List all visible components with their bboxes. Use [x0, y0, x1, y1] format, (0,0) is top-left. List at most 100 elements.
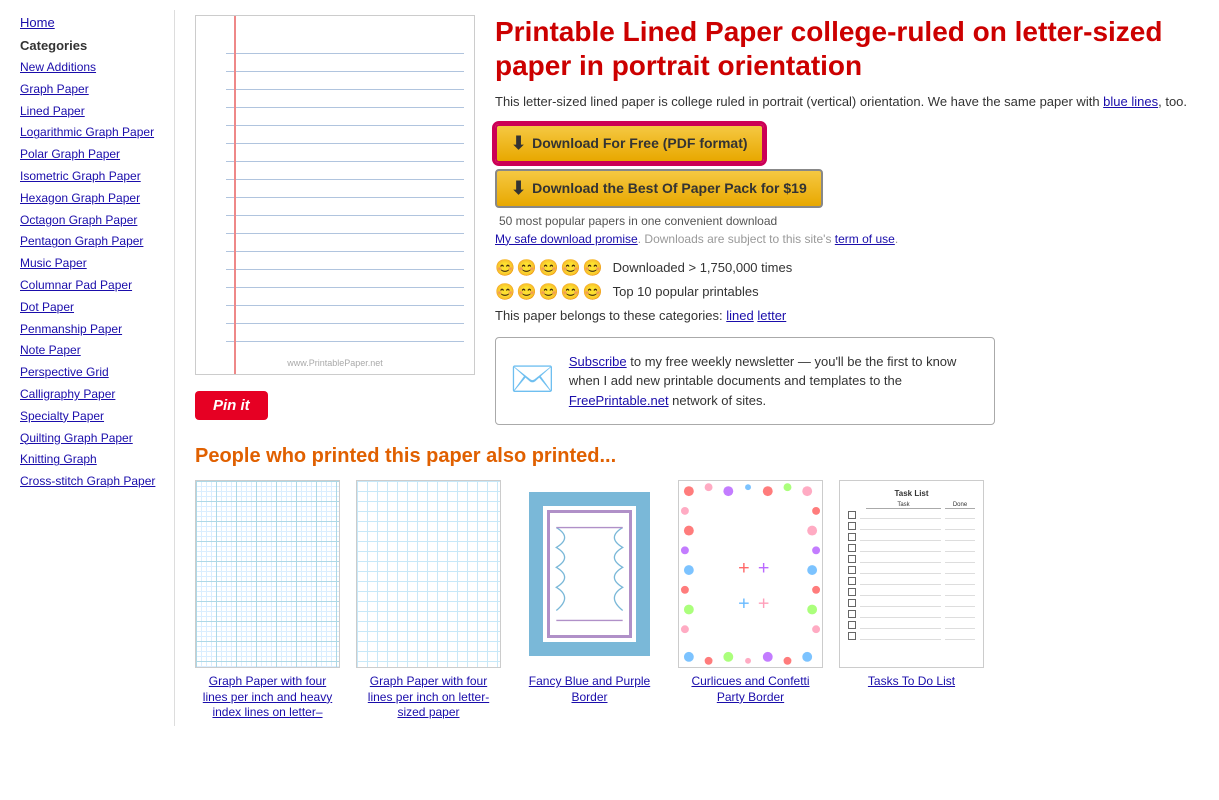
newsletter-text-suffix: network of sites. — [669, 393, 767, 408]
task-row — [848, 511, 975, 519]
face-icon: 😊 — [495, 282, 515, 302]
paper-line — [226, 72, 464, 90]
paper-line — [226, 90, 464, 108]
thumb-img-4[interactable]: + + + + — [678, 480, 823, 668]
sidebar-home-link[interactable]: Home — [20, 15, 164, 30]
sidebar-item-specialty-paper[interactable]: Specialty Paper — [20, 408, 164, 425]
thumb-img-1[interactable] — [195, 480, 340, 668]
task-row — [848, 621, 975, 629]
svg-text:+: + — [738, 593, 750, 615]
envelope-icon: ✉️ — [510, 352, 555, 406]
category-letter-link[interactable]: letter — [757, 308, 786, 323]
term-of-use-link[interactable]: term of use — [835, 232, 895, 246]
face-icon: 😊 — [495, 258, 515, 278]
thumb-img-2[interactable] — [356, 480, 501, 668]
paper-line — [226, 234, 464, 252]
task-row — [848, 610, 975, 618]
thumb-img-5[interactable]: Task List Task Done — [839, 480, 984, 668]
stats-row-1: 😊 😊 😊 😊 😊 Downloaded > 1,750,000 times — [495, 258, 1189, 278]
paper-line — [226, 144, 464, 162]
task-list-preview: Task List Task Done — [840, 481, 983, 667]
popular-note-text: Top 10 popular printables — [613, 284, 759, 299]
categories-prefix: This paper belongs to these categories: — [495, 308, 726, 323]
watermark-text: www.PrintablePaper.net — [287, 358, 383, 368]
top-section: www.PrintablePaper.net Pin it Printable … — [195, 15, 1189, 425]
sidebar-item-columnar-pad-paper[interactable]: Columnar Pad Paper — [20, 277, 164, 294]
sidebar-item-new-additions[interactable]: New Additions — [20, 59, 164, 76]
sidebar-item-calligraphy-paper[interactable]: Calligraphy Paper — [20, 386, 164, 403]
download-pack-button[interactable]: ⬇ Download the Best Of Paper Pack for $1… — [495, 169, 823, 208]
thumb-caption-1[interactable]: Graph Paper with four lines per inch and… — [203, 674, 332, 719]
pink-border-svg: + + + + — [679, 481, 822, 667]
task-list-header: Task List — [848, 489, 975, 498]
subscribe-link[interactable]: Subscribe — [569, 354, 627, 369]
sidebar-item-cross-stitch-graph-paper[interactable]: Cross-stitch Graph Paper — [20, 473, 164, 490]
svg-text:+: + — [758, 557, 770, 579]
svg-text:+: + — [738, 557, 750, 579]
main-content: www.PrintablePaper.net Pin it Printable … — [175, 10, 1209, 726]
sidebar-item-octagon-graph-paper[interactable]: Octagon Graph Paper — [20, 212, 164, 229]
content-area: Printable Lined Paper college-ruled on l… — [495, 15, 1189, 425]
task-row — [848, 577, 975, 585]
category-lined-link[interactable]: lined — [726, 308, 753, 323]
sidebar-item-quilting-graph-paper[interactable]: Quilting Graph Paper — [20, 430, 164, 447]
download-free-button[interactable]: ⬇ Download For Free (PDF format) — [495, 124, 764, 163]
freeprintable-link[interactable]: FreePrintable.net — [569, 393, 669, 408]
sidebar-item-polar-graph-paper[interactable]: Polar Graph Paper — [20, 146, 164, 163]
sidebar-item-music-paper[interactable]: Music Paper — [20, 255, 164, 272]
thumb-item-2: Graph Paper with four lines per inch on … — [356, 480, 501, 721]
newsletter-text-body: to my free weekly newsletter — you'll be… — [569, 354, 957, 389]
sidebar-item-graph-paper[interactable]: Graph Paper — [20, 81, 164, 98]
thumb-item-5: Task List Task Done Tasks To Do List — [839, 480, 984, 721]
sidebar-item-note-paper[interactable]: Note Paper — [20, 342, 164, 359]
safe-download-link[interactable]: My safe download promise — [495, 232, 638, 246]
face-icon: 😊 — [561, 258, 581, 278]
download-count-text: Downloaded > 1,750,000 times — [613, 260, 793, 275]
description-text-prefix: This letter-sized lined paper is college… — [495, 94, 1103, 109]
task-col-headers: Task Done — [848, 502, 975, 509]
sidebar-item-dot-paper[interactable]: Dot Paper — [20, 299, 164, 316]
face-icon: 😊 — [539, 258, 559, 278]
sidebar-item-lined-paper[interactable]: Lined Paper — [20, 103, 164, 120]
sidebar-item-hexagon-graph-paper[interactable]: Hexagon Graph Paper — [20, 190, 164, 207]
border-svg — [553, 516, 626, 632]
newsletter-text: Subscribe to my free weekly newsletter —… — [569, 352, 980, 411]
sidebar: Home Categories New AdditionsGraph Paper… — [10, 10, 175, 726]
blue-lines-link[interactable]: blue lines — [1103, 94, 1158, 109]
paper-line — [226, 126, 464, 144]
paper-line — [226, 108, 464, 126]
face-icon: 😊 — [561, 282, 581, 302]
sidebar-item-perspective-grid[interactable]: Perspective Grid — [20, 364, 164, 381]
thumb-caption-3[interactable]: Fancy Blue and Purple Border — [529, 674, 650, 704]
task-row — [848, 566, 975, 574]
also-printed-title: People who printed this paper also print… — [195, 445, 1189, 468]
thumb-caption-4[interactable]: Curlicues and Confetti Party Border — [691, 674, 809, 704]
thumb-img-3[interactable] — [517, 480, 662, 668]
paper-line — [226, 216, 464, 234]
sidebar-item-pentagon-graph-paper[interactable]: Pentagon Graph Paper — [20, 233, 164, 250]
face-icon: 😊 — [583, 282, 603, 302]
sidebar-item-knitting-graph[interactable]: Knitting Graph — [20, 451, 164, 468]
face-icon: 😊 — [583, 258, 603, 278]
paper-line — [226, 162, 464, 180]
stats-row-2: 😊 😊 😊 😊 😊 Top 10 popular printables — [495, 282, 1189, 302]
download-pack-icon: ⬇ — [511, 178, 526, 199]
paper-line — [226, 54, 464, 72]
sidebar-item-penmanship-paper[interactable]: Penmanship Paper — [20, 321, 164, 338]
thumb-caption-2[interactable]: Graph Paper with four lines per inch on … — [368, 674, 489, 719]
grid-paper-heavy — [196, 481, 339, 667]
paper-line — [226, 324, 464, 342]
paper-line — [226, 252, 464, 270]
safe-note-suffix: . Downloads are subject to this site's — [638, 232, 835, 246]
thumb-item-4: + + + + Curlicues and Confetti Party Bor… — [678, 480, 823, 721]
sidebar-item-logarithmic-graph-paper[interactable]: Logarithmic Graph Paper — [20, 124, 164, 141]
download-icon: ⬇ — [511, 133, 526, 154]
thumb-caption-5[interactable]: Tasks To Do List — [868, 674, 955, 688]
paper-line — [226, 36, 464, 54]
pin-it-button[interactable]: Pin it — [195, 391, 268, 420]
grid-paper-light — [357, 481, 500, 667]
task-row — [848, 533, 975, 541]
paper-preview: www.PrintablePaper.net — [195, 15, 475, 375]
sidebar-item-isometric-graph-paper[interactable]: Isometric Graph Paper — [20, 168, 164, 185]
task-row — [848, 632, 975, 640]
